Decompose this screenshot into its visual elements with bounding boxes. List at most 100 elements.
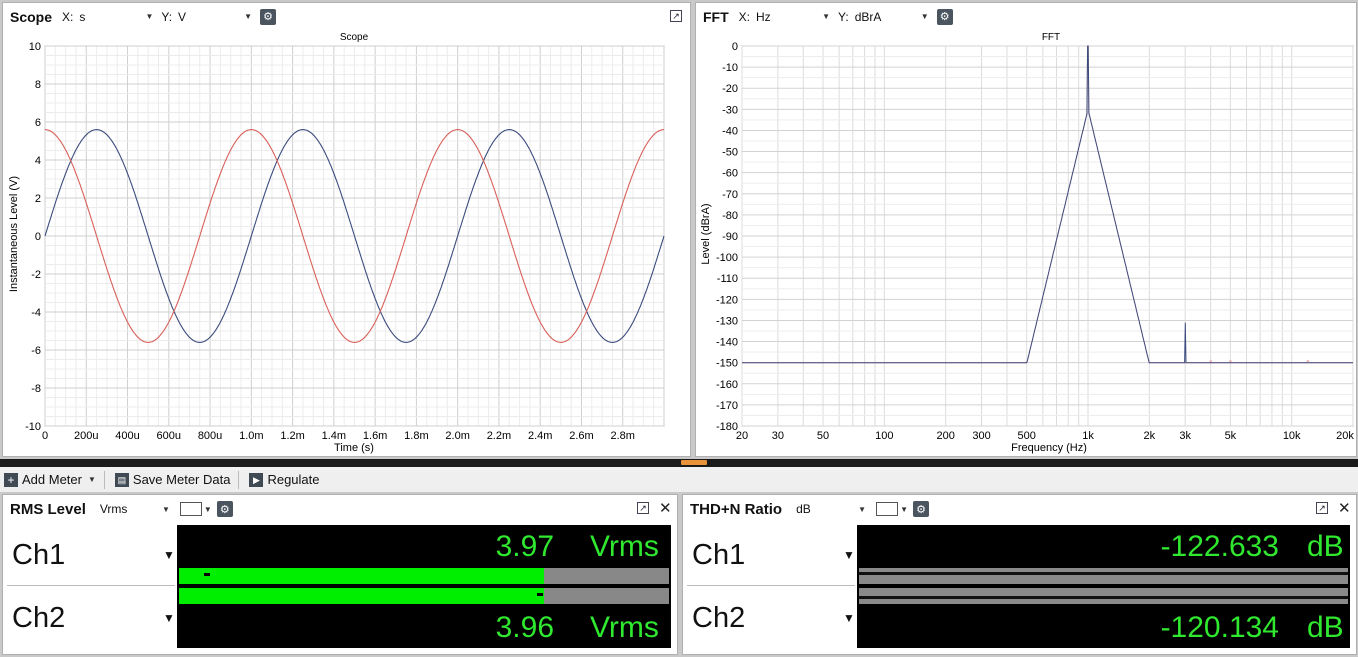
fft-x-label: X: [738,9,750,24]
add-meter-label: Add Meter [22,472,82,487]
scope-x-tick-label: 400u [115,430,139,442]
chevron-down-icon: ▼ [858,504,867,514]
thdn-ratio-meter: THD+N Ratio dB ▼ ▼ ⚙ ↗ ✕ Ch1 ▼ -122.633 … [682,494,1357,655]
scope-x-tick-label: 0 [42,430,48,442]
graph-icon[interactable] [876,502,899,516]
scope-x-tick-label: 200u [74,430,98,442]
fft-y-tick-label: -90 [722,231,738,243]
thdn-ch1-bar-line [859,572,1348,575]
fft-x-tick-label: 3k [1179,430,1191,442]
save-data-icon: ▤ [114,472,129,487]
meter-toolbar: + Add Meter ▼ ▤ Save Meter Data ▶ Regula… [0,467,1358,492]
thdn-unit-value: dB [796,502,811,516]
scope-x-unit-dropdown[interactable]: s ▼ [79,10,153,24]
graph-icon[interactable] [179,502,202,516]
fft-x-tick-label: 20k [1336,430,1354,442]
scope-x-tick-label: 1.2m [280,430,304,442]
channel-separator [687,585,855,586]
rms-ch1-level-bar [177,566,671,586]
scope-x-tick-label: 1.4m [322,430,346,442]
rms-ch1-bar-track [179,568,669,584]
chevron-down-icon: ▼ [203,504,212,514]
thdn-unit-dropdown[interactable]: dB ▼ [796,502,866,516]
fft-y-tick-label: -60 [722,168,738,180]
thdn-ch1-bar-track [859,568,1348,584]
play-icon: ▶ [249,472,264,487]
thdn-ch2-bar-line [859,596,1348,599]
thdn-ch2-dropdown-arrow[interactable]: ▼ [843,611,855,625]
rms-ch1-readout: 3.97 Vrms [177,525,671,566]
fft-y-tick-label: -160 [716,379,738,391]
channel-separator [7,585,175,586]
thdn-ch2-readout: -120.134 dB [857,606,1350,648]
scope-header: Scope X: s ▼ Y: V ▼ ⚙ [3,3,690,30]
scope-y-tick-label: 4 [35,155,41,167]
rms-ch1-peak-marker [203,573,210,576]
rms-ch1-dropdown-arrow[interactable]: ▼ [163,548,175,562]
popout-icon[interactable]: ↗ [637,502,649,514]
fft-y-tick-label: -30 [722,104,738,116]
fft-panel: FFT X: Hz ▼ Y: dBrA ▼ ⚙ FFT 20 30 50 100 200… [695,2,1357,457]
scope-chart-title: Scope [340,32,369,43]
fft-x-unit-dropdown[interactable]: Hz ▼ [756,10,830,24]
thdn-ch2-bar [857,586,1350,606]
rms-ch2-readout: 3.96 Vrms [177,606,671,648]
toolbar-separator [238,470,240,489]
thdn-ch2-label: Ch2 [692,602,746,634]
scope-y-unit-dropdown[interactable]: V ▼ [178,10,252,24]
thdn-header: THD+N Ratio dB ▼ ▼ ⚙ [683,495,1356,523]
splitter-grip[interactable] [681,460,707,465]
scope-x-tick-label: 2.0m [445,430,469,442]
fft-y-tick-label: -110 [717,273,738,285]
rms-unit-dropdown[interactable]: Vrms ▼ [100,502,170,516]
rms-ch1-label: Ch1 [12,539,66,571]
add-meter-button[interactable]: + Add Meter ▼ [4,472,96,487]
gear-icon[interactable]: ⚙ [936,8,953,25]
popout-icon[interactable]: ↗ [1316,502,1328,514]
scope-y-tick-label: 8 [35,79,41,91]
thdn-ch1-value: -122.633 [1160,530,1279,563]
rms-ch2-bar-fill [179,588,545,604]
gear-icon[interactable]: ⚙ [216,501,233,517]
fft-grid [741,45,1354,427]
scope-x-tick-label: 2.4m [528,430,552,442]
scope-x-tick-label: 2.2m [487,430,511,442]
rms-unit-value: Vrms [99,502,128,516]
chevron-down-icon: ▼ [161,504,170,514]
fft-y-tick-label: -150 [716,358,738,370]
save-meter-data-button[interactable]: ▤ Save Meter Data [114,472,230,487]
fft-y-unit-dropdown[interactable]: dBrA ▼ [855,10,929,24]
thdn-ch1-bar [857,566,1350,586]
thdn-ch2-unit: dB [1307,611,1344,644]
close-icon[interactable]: ✕ [659,499,672,517]
scope-y-unit-value: V [178,9,187,24]
rms-ch1-unit: Vrms [590,530,659,563]
rms-ch2-dropdown-arrow[interactable]: ▼ [163,611,175,625]
fft-x-tick-label: 30 [772,430,784,442]
popout-icon[interactable]: ↗ [670,10,682,22]
rms-level-meter: RMS Level Vrms ▼ ▼ ⚙ ↗ ✕ Ch1 ▼ 3.97 Vrms… [2,494,678,655]
close-icon[interactable]: ✕ [1338,499,1351,517]
chevron-down-icon: ▼ [244,12,253,21]
scope-x-tick-label: 2.6m [569,430,593,442]
fft-x-tick-label: 200 [936,430,954,442]
scope-x-unit-value: s [79,9,86,24]
fft-y-unit-value: dBrA [854,9,882,24]
splitter[interactable] [0,459,1358,467]
thdn-ch1-unit: dB [1307,530,1344,563]
fft-x-tick-label: 1k [1082,430,1094,442]
fft-y-tick-label: -20 [722,83,738,95]
fft-x-tick-label: 5k [1225,430,1237,442]
gear-icon[interactable]: ⚙ [913,501,930,517]
fft-y-tick-label: -130 [716,315,738,327]
thdn-ch1-dropdown-arrow[interactable]: ▼ [843,548,855,562]
gear-icon[interactable]: ⚙ [260,8,277,25]
fft-y-tick-label: -120 [716,294,738,306]
scope-x-tick-label: 800u [198,430,222,442]
plus-icon: + [4,472,18,487]
fft-y-tick-label: -50 [722,147,738,159]
fft-y-axis-label: Level (dBrA) [700,203,712,264]
rms-ch2-value: 3.96 [495,611,554,644]
rms-ch2-bar-track [179,588,669,604]
regulate-button[interactable]: ▶ Regulate [249,472,320,487]
